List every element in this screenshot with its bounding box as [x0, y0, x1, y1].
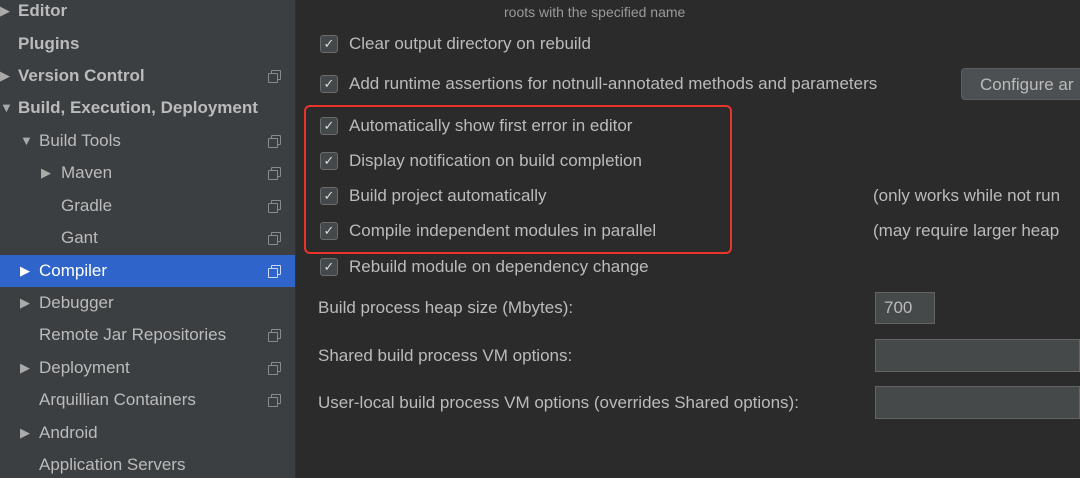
sidebar-item-compiler[interactable]: ▶ Compiler	[0, 255, 295, 287]
sidebar-item-gant[interactable]: Gant	[0, 222, 295, 254]
project-settings-icon	[268, 200, 281, 213]
configure-annotations-button[interactable]: Configure ar	[961, 68, 1080, 100]
parallel-note: (may require larger heap	[873, 221, 1060, 240]
user-local-vm-options-label: User-local build process VM options (ove…	[318, 393, 799, 412]
collapse-arrow-icon[interactable]: ▼	[0, 92, 13, 124]
expand-arrow-icon[interactable]: ▶	[41, 157, 51, 189]
expand-arrow-icon[interactable]: ▶	[20, 255, 30, 287]
sidebar-item-label: Build, Execution, Deployment	[18, 98, 258, 117]
option-label: Clear output directory on rebuild	[349, 34, 591, 53]
sidebar-item-label: Debugger	[39, 293, 114, 312]
project-settings-icon	[268, 265, 281, 278]
collapse-arrow-icon[interactable]: ▼	[20, 125, 33, 157]
sidebar-item-label: Gant	[61, 228, 98, 247]
expand-arrow-icon[interactable]: ▶	[0, 60, 10, 92]
sidebar-item-gradle[interactable]: Gradle	[0, 190, 295, 222]
project-settings-icon	[268, 394, 281, 407]
sidebar-item-label: Plugins	[18, 34, 80, 53]
sidebar-item-label: Gradle	[61, 196, 113, 215]
sidebar-item-label: Remote Jar Repositories	[39, 325, 227, 344]
sidebar-item-label: Version Control	[18, 66, 145, 85]
heap-size-label: Build process heap size (Mbytes):	[318, 298, 574, 317]
sidebar-item-build-execution-deployment[interactable]: ▼ Build, Execution, Deployment	[0, 92, 295, 124]
checkbox-checked-icon[interactable]: ✓	[320, 35, 338, 53]
project-settings-icon	[268, 135, 281, 148]
compiler-settings-panel: roots with the specified name ✓ Clear ou…	[296, 0, 1080, 478]
sidebar-item-application-servers[interactable]: Application Servers	[0, 449, 295, 478]
sidebar-item-arquillian-containers[interactable]: Arquillian Containers	[0, 384, 295, 416]
sidebar-item-label: Android	[39, 423, 98, 442]
sidebar-item-android[interactable]: ▶ Android	[0, 417, 295, 449]
sidebar-item-plugins[interactable]: Plugins	[0, 28, 295, 60]
highlight-box	[304, 105, 732, 254]
expand-arrow-icon[interactable]: ▶	[20, 352, 30, 384]
checkbox-checked-icon[interactable]: ✓	[320, 258, 338, 276]
sidebar-item-maven[interactable]: ▶ Maven	[0, 157, 295, 189]
sidebar-item-label: Application Servers	[39, 455, 186, 474]
user-local-vm-options-input[interactable]	[875, 386, 1080, 419]
build-auto-note: (only works while not run	[873, 186, 1061, 205]
expand-arrow-icon[interactable]: ▶	[20, 417, 30, 449]
sidebar-item-label: Deployment	[39, 358, 130, 377]
shared-vm-options-input[interactable]	[875, 339, 1080, 372]
project-settings-icon	[268, 232, 281, 245]
resource-patterns-hint: roots with the specified name	[504, 4, 686, 20]
sidebar-item-label: Compiler	[39, 261, 108, 280]
project-settings-icon	[268, 329, 281, 342]
sidebar-item-build-tools[interactable]: ▼ Build Tools	[0, 125, 295, 157]
sidebar-item-label: Arquillian Containers	[39, 390, 196, 409]
sidebar-item-editor[interactable]: ▶ Editor	[0, 0, 295, 27]
sidebar-item-debugger[interactable]: ▶ Debugger	[0, 287, 295, 319]
settings-sidebar: ▶ Editor Plugins ▶ Version Control ▼ Bui…	[0, 0, 296, 478]
sidebar-item-version-control[interactable]: ▶ Version Control	[0, 60, 295, 92]
project-settings-icon	[268, 362, 281, 375]
sidebar-item-label: Editor	[18, 1, 68, 20]
sidebar-item-remote-jar-repositories[interactable]: Remote Jar Repositories	[0, 319, 295, 351]
checkbox-checked-icon[interactable]: ✓	[320, 75, 338, 93]
project-settings-icon	[268, 70, 281, 83]
sidebar-item-label: Maven	[61, 163, 113, 182]
project-settings-icon	[268, 167, 281, 180]
option-label: Rebuild module on dependency change	[349, 257, 649, 276]
heap-size-input[interactable]: 700	[875, 292, 935, 324]
option-label: Add runtime assertions for notnull-annot…	[349, 74, 878, 93]
sidebar-item-deployment[interactable]: ▶ Deployment	[0, 352, 295, 384]
expand-arrow-icon[interactable]: ▶	[0, 0, 10, 27]
expand-arrow-icon[interactable]: ▶	[20, 287, 30, 319]
sidebar-item-label: Build Tools	[39, 131, 121, 150]
shared-vm-options-label: Shared build process VM options:	[318, 346, 573, 365]
